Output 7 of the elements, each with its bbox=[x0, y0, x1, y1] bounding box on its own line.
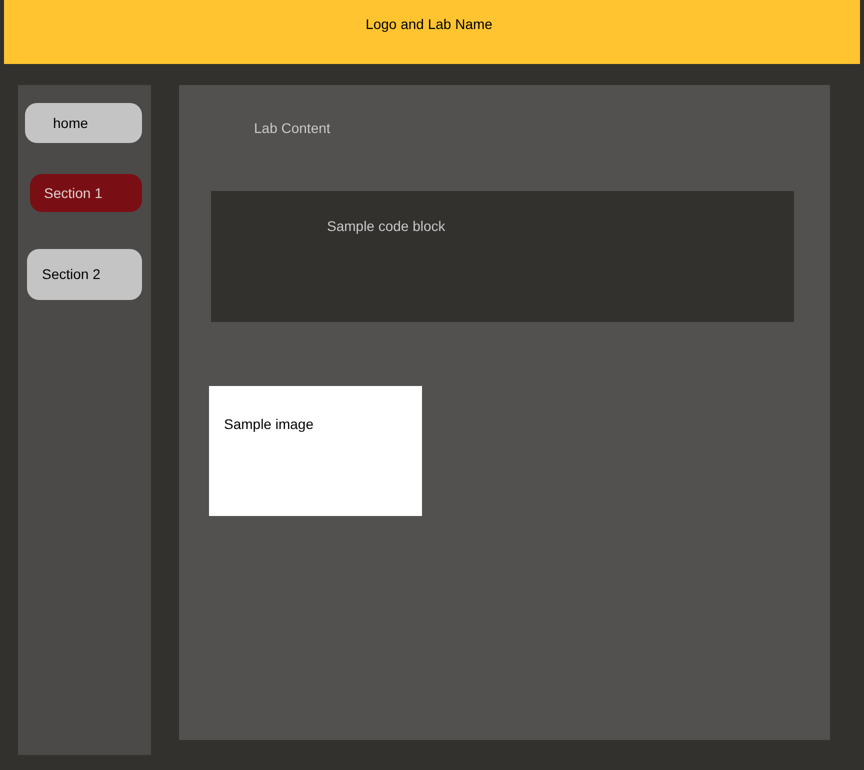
content-heading: Lab Content bbox=[254, 119, 330, 138]
code-block-text: Sample code block bbox=[327, 218, 446, 234]
nav-button[interactable]: home bbox=[25, 103, 142, 143]
nav-button[interactable]: Section 2 bbox=[27, 249, 142, 300]
image-placeholder-text: Sample image bbox=[224, 416, 314, 432]
nav-button[interactable]: Section 1 bbox=[30, 174, 142, 212]
logo-title: Logo and Lab Name bbox=[366, 15, 492, 34]
